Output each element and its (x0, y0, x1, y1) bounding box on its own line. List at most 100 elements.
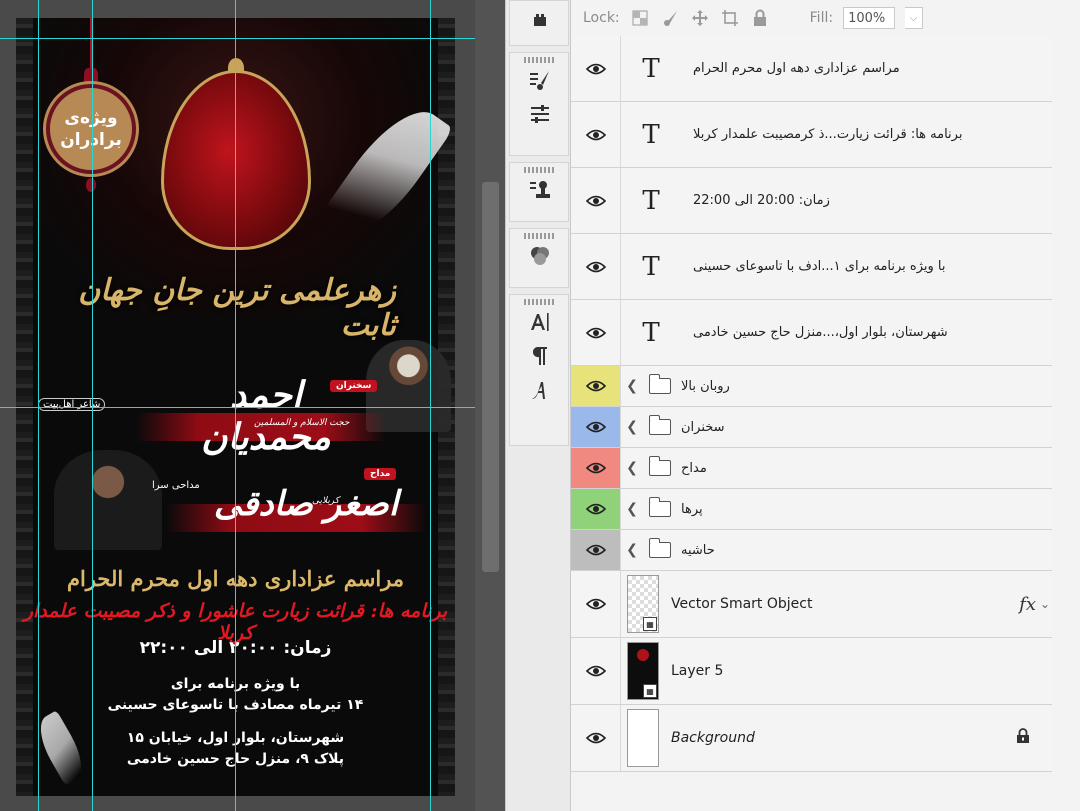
calligraphy-title: زهرعلمی ترین جانِ جهان ثابت (78, 273, 396, 343)
group-name[interactable]: پرها (681, 502, 703, 517)
layer-thumbnail[interactable]: ▦ (627, 575, 659, 633)
expand-chevron-icon[interactable]: ❮ (621, 501, 643, 517)
layer-group[interactable]: ❮ روبان بالا (571, 366, 1052, 407)
text-layer-icon: T (642, 53, 660, 84)
layer-name[interactable]: مراسم عزاداری دهه اول محرم الحرام (681, 61, 1021, 76)
character-panel-button[interactable] (510, 305, 570, 339)
text-layer-icon: T (642, 185, 660, 216)
text-layer-icon: T (642, 317, 660, 348)
group-name[interactable]: سخنران (681, 420, 725, 435)
layer-name[interactable]: Vector Smart Object (671, 596, 812, 612)
eye-icon (585, 665, 606, 677)
dock-group-2 (509, 52, 569, 156)
text-layer-icon: T (642, 119, 660, 150)
layer-group[interactable]: ❮ مداح (571, 448, 1052, 489)
visibility-toggle[interactable] (571, 36, 621, 101)
layers-scrollbar[interactable] (1052, 36, 1080, 811)
document-canvas[interactable]: ویژه‌ی برادران زهرعلمی ترین جانِ جهان ثا… (0, 0, 475, 811)
speaker2-tag: مداح (364, 468, 397, 480)
badge-line1: ویژه‌ی (64, 108, 118, 128)
layers-panel: Lock: Fill: 100% ⌵ T مراسم عزاداری دهه ا… (571, 0, 1080, 811)
lock-transparent-pixels-button[interactable] (630, 8, 650, 28)
visibility-toggle[interactable] (571, 489, 621, 529)
visibility-toggle[interactable] (571, 168, 621, 233)
lock-all-button[interactable] (750, 8, 770, 28)
tool-presets-button[interactable] (510, 97, 570, 131)
folder-icon (649, 497, 671, 517)
fill-input[interactable]: 100% (843, 7, 896, 29)
folder-icon (649, 415, 671, 435)
eye-icon (585, 503, 606, 515)
layer-effects-icon[interactable]: fx (1019, 594, 1036, 615)
group-name[interactable]: روبان بالا (681, 379, 730, 394)
eye-icon (585, 380, 606, 392)
dock-group-5 (509, 294, 569, 446)
text-layer[interactable]: T برنامه ها: قرائت زیارت...ذ کرمصیبت علم… (571, 102, 1052, 168)
guide-vertical[interactable] (38, 0, 39, 811)
color-panel-button[interactable] (510, 239, 570, 273)
layer-group[interactable]: ❮ پرها (571, 489, 1052, 530)
guide-horizontal[interactable] (0, 407, 475, 408)
layer-name[interactable]: Layer 5 (671, 663, 723, 679)
speaker1-title: شاعر اهل‌بیت (38, 398, 106, 411)
expand-chevron-icon[interactable]: ❮ (621, 542, 643, 558)
visibility-toggle[interactable] (571, 366, 621, 406)
character-icon (531, 313, 549, 331)
paragraph-panel-button[interactable] (510, 339, 570, 373)
group-name[interactable]: مداح (681, 461, 707, 476)
brush-panel-button[interactable] (510, 63, 570, 97)
history-icon (534, 14, 546, 26)
visibility-toggle[interactable] (571, 448, 621, 488)
layer-thumbnail[interactable]: ▦ (627, 642, 659, 700)
color-circles-icon (531, 247, 549, 265)
eye-icon (585, 598, 606, 610)
text-layer[interactable]: T زمان: 20:00 الی 22:00 (571, 168, 1052, 234)
text-layer[interactable]: T شهرستان، بلوار اول،...منزل حاج حسین خا… (571, 300, 1052, 366)
background-layer[interactable]: Background (571, 705, 1052, 772)
visibility-toggle[interactable] (571, 300, 621, 365)
layer-group[interactable]: ❮ سخنران (571, 407, 1052, 448)
visibility-toggle[interactable] (571, 571, 621, 637)
expand-chevron-icon[interactable]: ❮ (621, 378, 643, 394)
smart-object-layer[interactable]: ▦ Vector Smart Object fx ⌄ (571, 571, 1052, 638)
visibility-toggle[interactable] (571, 407, 621, 447)
text-layer[interactable]: T با ویژه برنامه برای ۱...ادف با تاسوعای… (571, 234, 1052, 300)
guide-horizontal[interactable] (0, 38, 475, 39)
panel-icon-dock (505, 0, 571, 811)
image-layer[interactable]: ▦ Layer 5 (571, 638, 1052, 705)
expand-chevron-icon[interactable]: ❮ (621, 460, 643, 476)
expand-chevron-icon[interactable]: ❮ (621, 419, 643, 435)
chevron-down-icon[interactable]: ⌄ (1040, 597, 1050, 611)
layer-group[interactable]: ❮ حاشیه (571, 530, 1052, 571)
text-layer[interactable]: T مراسم عزاداری دهه اول محرم الحرام (571, 36, 1052, 102)
smart-object-icon: ▦ (643, 617, 657, 631)
layer-thumbnail[interactable] (627, 709, 659, 767)
layer-name[interactable]: برنامه ها: قرائت زیارت...ذ کرمصیبت علمدا… (681, 127, 1021, 142)
brothers-badge: ویژه‌ی برادران (46, 84, 136, 174)
canvas-scrollbar-thumb[interactable] (482, 182, 499, 572)
history-panel-button[interactable] (510, 1, 570, 41)
visibility-toggle[interactable] (571, 102, 621, 167)
clone-source-button[interactable] (510, 173, 570, 207)
visibility-toggle[interactable] (571, 530, 621, 570)
layer-name[interactable]: زمان: 20:00 الی 22:00 (681, 193, 1021, 208)
group-name[interactable]: حاشیه (681, 543, 715, 558)
guide-vertical[interactable] (235, 0, 236, 811)
layer-name[interactable]: Background (671, 730, 755, 746)
lock-image-pixels-button[interactable] (660, 8, 680, 28)
layer-name[interactable]: شهرستان، بلوار اول،...منزل حاج حسین خادم… (681, 325, 1021, 340)
speaker1-prefix: حجت الاسلام و المسلمین (254, 418, 350, 428)
lock-position-button[interactable] (690, 8, 710, 28)
eye-icon (585, 732, 606, 744)
guide-vertical[interactable] (92, 0, 93, 811)
visibility-toggle[interactable] (571, 705, 621, 771)
badge-line2: برادران (60, 130, 122, 150)
visibility-toggle[interactable] (571, 234, 621, 299)
layer-name[interactable]: با ویژه برنامه برای ۱...ادف با تاسوعای ح… (681, 259, 1021, 274)
lock-artboard-button[interactable] (720, 8, 740, 28)
move-arrows-icon (691, 10, 708, 26)
visibility-toggle[interactable] (571, 638, 621, 704)
glyphs-panel-button[interactable] (510, 373, 570, 407)
fill-dropdown-button[interactable]: ⌵ (905, 7, 924, 29)
guide-vertical[interactable] (430, 0, 431, 811)
